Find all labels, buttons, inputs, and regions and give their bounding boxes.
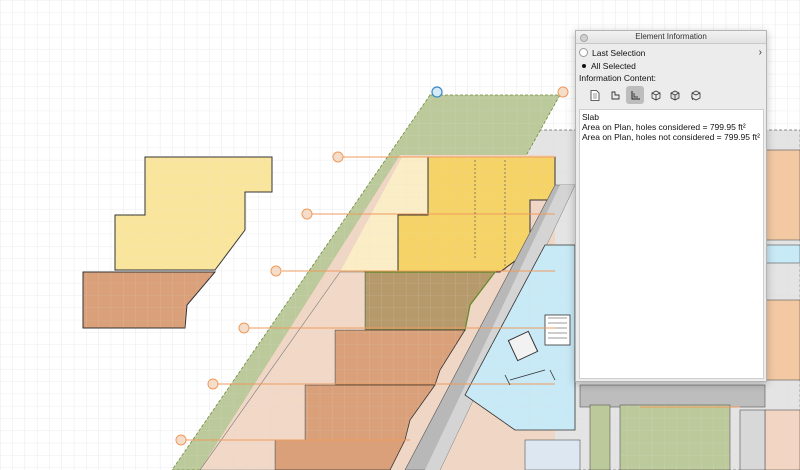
all-selected-label: All Selected	[591, 61, 636, 71]
palette-title: Element Information	[635, 32, 707, 41]
close-icon[interactable]	[580, 34, 588, 42]
radio-icon	[579, 48, 588, 57]
right-room-orange-2	[764, 299, 800, 381]
bottom-wall	[579, 384, 766, 408]
bottom-gray-cell	[739, 409, 766, 470]
document-icon[interactable]	[586, 86, 604, 104]
information-content-box: Slab Area on Plan, holes considered = 79…	[579, 109, 764, 379]
info-line-area-holes-not-considered: Area on Plan, holes not considered = 799…	[582, 132, 760, 142]
all-selected-option[interactable]: All Selected	[579, 60, 636, 72]
slab-brown-base[interactable]	[274, 439, 406, 470]
chevron-right-icon[interactable]: ›	[759, 47, 762, 58]
bottom-room-light	[524, 439, 581, 470]
stair-block	[544, 314, 571, 346]
bullet-icon	[582, 64, 586, 68]
last-selection-option[interactable]: Last Selection	[579, 47, 645, 59]
information-content-text: Information Content:	[579, 73, 657, 83]
cube-icon[interactable]	[646, 86, 664, 104]
bottom-green-1	[589, 404, 611, 470]
cube-stack-icon[interactable]	[666, 86, 684, 104]
palette-titlebar[interactable]: Element Information	[576, 31, 766, 44]
right-room-orange	[764, 149, 800, 241]
cyan-corridor	[764, 244, 800, 264]
info-line-area-holes-considered: Area on Plan, holes considered = 799.95 …	[582, 122, 746, 132]
info-line-element-type: Slab	[582, 112, 600, 122]
right-room-tan	[764, 409, 800, 470]
area-measure-icon[interactable]	[626, 86, 644, 104]
last-selection-label: Last Selection	[592, 48, 646, 58]
information-content-toolbar	[581, 86, 761, 106]
selection-marker[interactable]	[431, 86, 443, 98]
cube-rotate-icon[interactable]	[686, 86, 704, 104]
slab-outline-icon[interactable]	[606, 86, 624, 104]
element-information-palette[interactable]: Element Information Last Selection › All…	[575, 30, 767, 382]
information-content-label: Information Content:	[579, 72, 656, 84]
